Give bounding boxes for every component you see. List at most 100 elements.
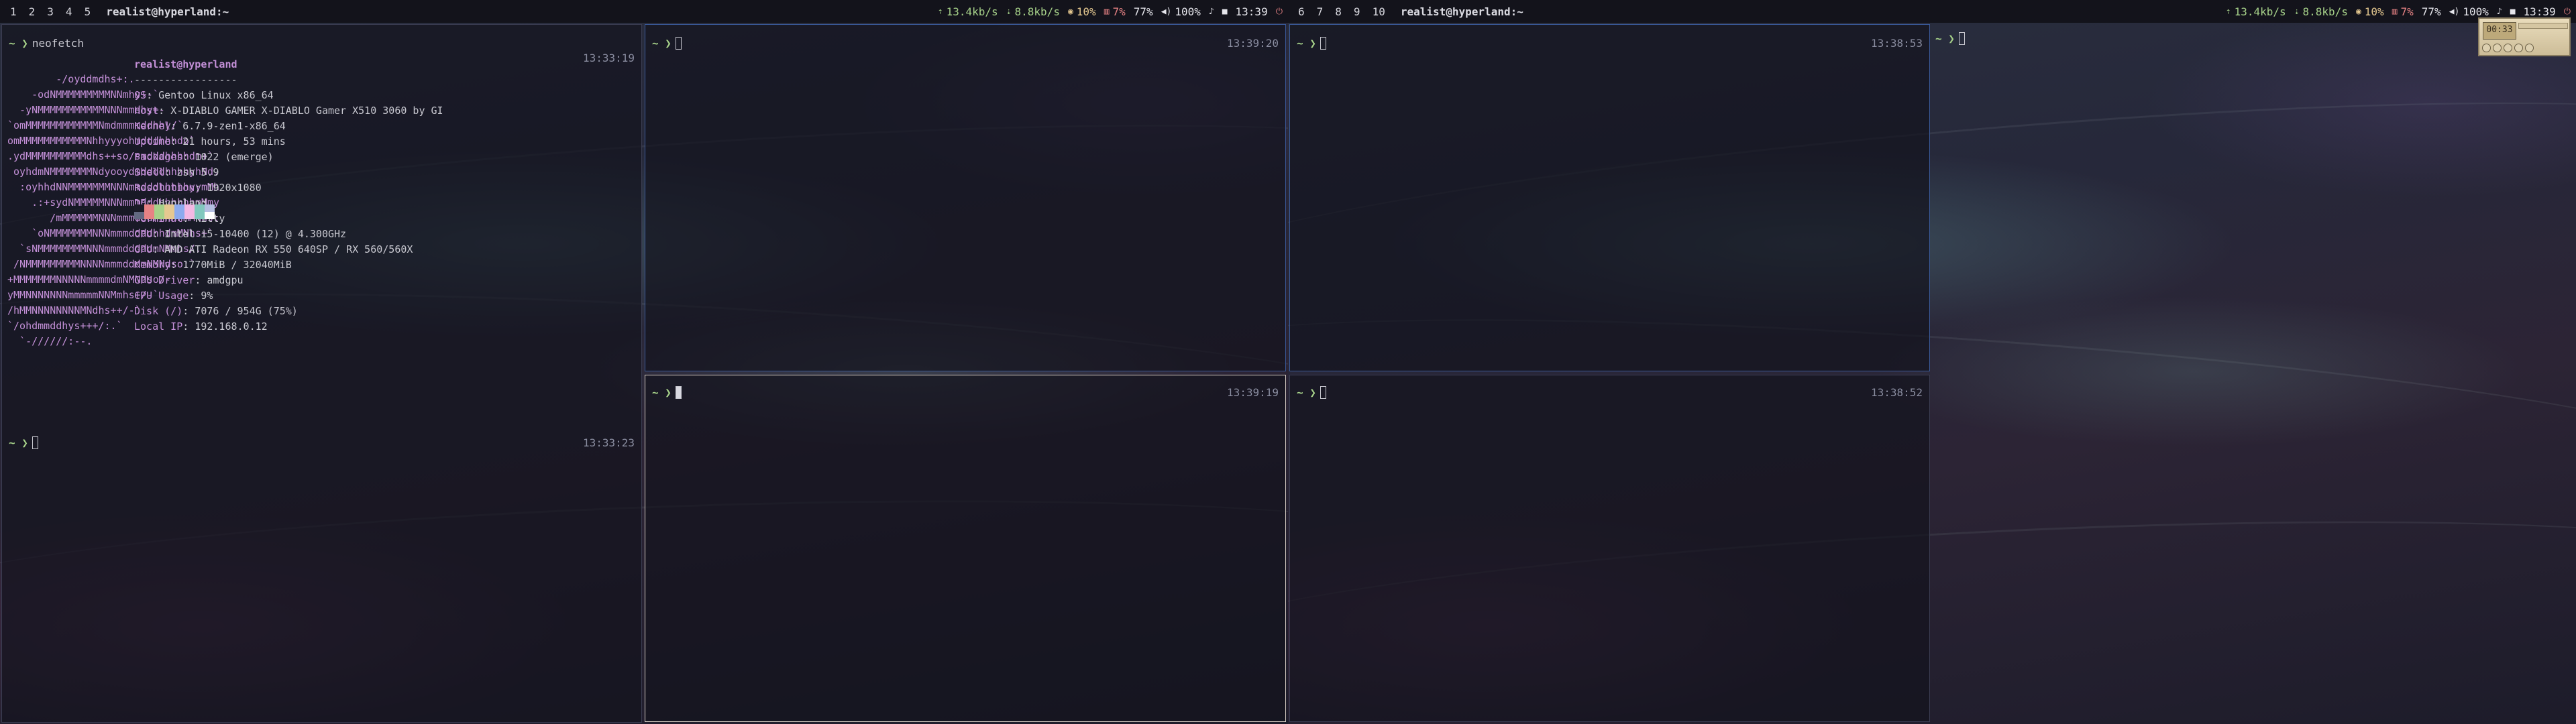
stop-button[interactable] (2514, 44, 2523, 52)
power-button[interactable]: ⏻ (1276, 7, 1283, 17)
info-key: Resolution (134, 182, 195, 194)
player-time-display: 00:33 (2483, 22, 2516, 40)
workspace-button[interactable]: 6 (1292, 5, 1311, 18)
prompt-line: ~ ❯ (652, 385, 682, 400)
palette-swatch (164, 212, 174, 219)
play-button[interactable] (2493, 44, 2502, 52)
workspace-button[interactable]: 4 (60, 5, 78, 18)
workspace-button[interactable]: 5 (78, 5, 97, 18)
lock-button[interactable]: ■ (1222, 7, 1228, 17)
palette-row (134, 204, 215, 212)
clock: 13:39 (1235, 5, 1268, 18)
memory-value: 7% (2400, 5, 2414, 18)
terminal-pane[interactable]: ~ ❯ 13:38:53 (1289, 24, 1930, 371)
info-separator: ----------------- (134, 74, 237, 86)
player-controls (2482, 44, 2534, 52)
terminal-pane-neofetch[interactable]: ~ ❯ neofetch 13:33:19 -/oyddmdhs+:. -odN… (1, 24, 642, 723)
bar-modules: ⇡ 13.4kb/s ⇣ 8.8kb/s ◉ 10% ▥ 7% 77% ◀) 100% ♪… (2226, 5, 2576, 18)
info-value: 1022 (emerge) (195, 151, 274, 163)
net-up-module[interactable]: ⇡ 13.4kb/s (2226, 5, 2286, 18)
memory-value: 7% (1112, 5, 1126, 18)
palette-swatch (184, 204, 195, 212)
workspace-button[interactable]: 8 (1329, 5, 1348, 18)
net-up-module[interactable]: ⇡ 13.4kb/s (938, 5, 998, 18)
terminal-pane-active[interactable]: ~ ❯ 13:39:19 (645, 375, 1286, 722)
cpu-module[interactable]: ◉ 10% (2356, 5, 2384, 18)
brightness-value: 77% (2421, 5, 2441, 18)
workspace-button[interactable]: 1 (4, 5, 23, 18)
palette-swatch (195, 212, 205, 219)
prompt-time: 13:38:52 (1870, 386, 1923, 399)
workspace-button[interactable]: 2 (23, 5, 42, 18)
volume-icon: ◀) (2449, 6, 2460, 17)
terminal-pane[interactable]: ~ ❯ 13:38:52 (1289, 375, 1930, 722)
net-up-value: 13.4kb/s (946, 5, 998, 18)
info-key: GPU Driver (134, 274, 195, 286)
info-row: GPU: AMD ATI Radeon RX 550 640SP / RX 56… (134, 243, 413, 255)
volume-module[interactable]: ◀) 100% (1161, 5, 1201, 18)
power-icon: ⏻ (2563, 6, 2571, 17)
net-down-module[interactable]: ⇣ 8.8kb/s (1006, 5, 1060, 18)
workspace-button[interactable]: 10 (1366, 5, 1391, 18)
desktop-prompt: ~ ❯ (1935, 32, 1965, 45)
cpu-value: 10% (1076, 5, 1096, 18)
cpu-module[interactable]: ◉ 10% (1068, 5, 1096, 18)
info-key: Shell (134, 166, 165, 178)
cpu-icon: ◉ (1067, 6, 1073, 17)
info-value: 9% (201, 290, 213, 302)
memory-icon: ▥ (1104, 6, 1110, 17)
prompt-time: 13:39:19 (1226, 386, 1279, 399)
system-info: realist@hyperland ----------------- OS: … (134, 57, 443, 335)
info-key: OS (134, 89, 147, 101)
memory-module[interactable]: ▥ 7% (1104, 5, 1126, 18)
workspace-button[interactable]: 7 (1311, 5, 1330, 18)
palette-swatch (205, 212, 215, 219)
prompt-symbol: ~ ❯ (652, 37, 672, 50)
memory-module[interactable]: ▥ 7% (2392, 5, 2414, 18)
prompt-line: ~ ❯ (1297, 36, 1326, 51)
lock-button[interactable]: ■ (2510, 7, 2516, 17)
brightness-module[interactable]: 77% (1134, 5, 1153, 18)
status-bar: 1 2 3 4 5 realist@hyperland:~ ⇡ 13.4kb/s … (0, 0, 1288, 23)
palette-swatch (134, 212, 144, 219)
volume-module[interactable]: ◀) 100% (2449, 5, 2489, 18)
workspace-button[interactable]: 3 (41, 5, 60, 18)
upload-icon: ⇡ (937, 6, 943, 17)
info-row: CPU Usage: 9% (134, 290, 213, 302)
prev-button[interactable] (2482, 44, 2491, 52)
info-row: GPU Driver: amdgpu (134, 274, 244, 286)
workspace-list: 6 7 8 9 10 (1292, 5, 1391, 18)
power-button[interactable]: ⏻ (2564, 7, 2571, 17)
text-cursor (1958, 32, 1965, 45)
brightness-module[interactable]: 77% (2422, 5, 2441, 18)
prompt-symbol: ~ ❯ (1297, 386, 1316, 399)
prompt-time: 13:33:23 (582, 436, 635, 449)
terminal-pane[interactable]: ~ ❯ 13:39:20 (645, 24, 1286, 371)
command-text: neofetch (32, 37, 84, 50)
net-up-value: 13.4kb/s (2234, 5, 2286, 18)
info-value: amdgpu (207, 274, 244, 286)
palette-swatch (144, 204, 154, 212)
net-down-module[interactable]: ⇣ 8.8kb/s (2294, 5, 2348, 18)
prompt-symbol: ~ ❯ (9, 37, 28, 50)
info-row: Packages: 1022 (emerge) (134, 151, 274, 163)
mic-icon: ♪ (1208, 6, 1214, 17)
mic-button[interactable]: ♪ (1209, 7, 1214, 17)
power-icon: ⏻ (1275, 6, 1283, 17)
pause-button[interactable] (2504, 44, 2512, 52)
memory-icon: ▥ (2392, 6, 2398, 17)
status-bar: 6 7 8 9 10 realist@hyperland:~ ⇡ 13.4kb/s… (1288, 0, 2576, 23)
mic-button[interactable]: ♪ (2497, 7, 2502, 17)
window-title: realist@hyperland:~ (106, 5, 229, 18)
next-button[interactable] (2525, 44, 2534, 52)
workspace-button[interactable]: 9 (1348, 5, 1366, 18)
prompt-symbol: ~ ❯ (1935, 32, 1955, 45)
music-player-widget[interactable]: 00:33 (2478, 17, 2571, 56)
info-value: AMD ATI Radeon RX 550 640SP / RX 560/560… (164, 243, 413, 255)
info-row: Host: X-DIABLO GAMER X-DIABLO Gamer X510… (134, 105, 443, 117)
palette-swatch (154, 204, 164, 212)
info-value: zsh 5.9 (176, 166, 219, 178)
logo-line: `-//////:--. (7, 335, 93, 347)
info-value: X-DIABLO GAMER X-DIABLO Gamer X510 3060 … (170, 105, 443, 117)
info-value: 6.7.9-zen1-x86_64 (182, 120, 286, 132)
